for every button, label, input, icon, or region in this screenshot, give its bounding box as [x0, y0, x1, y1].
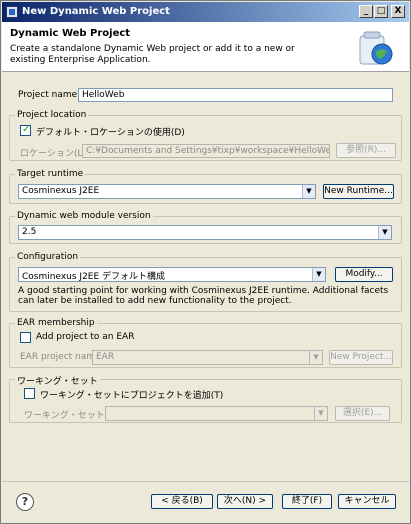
title-bar[interactable]: New Dynamic Web Project _ □ X: [2, 2, 409, 22]
target-runtime-group: Target runtime Cosminexus J2EE ▼ New Run…: [9, 169, 402, 204]
add-to-working-set-checkbox[interactable]: [24, 388, 35, 399]
maximize-button[interactable]: □: [374, 5, 388, 18]
web-project-banner-icon: [359, 31, 393, 65]
help-icon[interactable]: ?: [16, 493, 34, 511]
module-version-select[interactable]: 2.5 ▼: [18, 225, 392, 240]
select-working-set-button[interactable]: 選択(E)...: [335, 406, 390, 421]
minimize-button[interactable]: _: [359, 5, 373, 18]
working-set-group-title: ワーキング・セット: [15, 374, 100, 387]
location-label: ロケーション(L):: [20, 149, 89, 159]
chevron-down-icon: ▼: [309, 351, 322, 364]
wizard-content: Project name: HelloWeb Project location …: [2, 73, 409, 481]
ear-project-name-value: EAR: [96, 352, 115, 362]
project-location-group: Project location デフォルト・ロケーションの使用(D) ロケーシ…: [9, 110, 402, 161]
cancel-button[interactable]: キャンセル: [338, 494, 396, 509]
configuration-group: Configuration Cosminexus J2EE デフォルト構成 ▼ …: [9, 252, 402, 312]
project-name-label: Project name:: [18, 90, 81, 100]
new-runtime-button[interactable]: New Runtime...: [323, 184, 394, 199]
project-location-group-title: Project location: [15, 110, 89, 120]
module-version-group: Dynamic web module version 2.5 ▼: [9, 211, 402, 244]
add-to-working-set-label: ワーキング・セットにプロジェクトを追加(T): [40, 391, 224, 401]
target-runtime-value: Cosminexus J2EE: [22, 186, 100, 196]
new-ear-project-button[interactable]: New Project...: [329, 350, 393, 365]
chevron-down-icon: ▼: [312, 268, 325, 281]
configuration-group-title: Configuration: [15, 252, 81, 262]
add-to-ear-label: Add project to an EAR: [36, 332, 135, 342]
wizard-footer: ? < 戻る(B) 次へ(N) > 終了(F) キャンセル: [2, 481, 409, 523]
chevron-down-icon: ▼: [378, 226, 391, 239]
page-title: Dynamic Web Project: [10, 28, 131, 39]
project-name-input[interactable]: HelloWeb: [78, 88, 393, 102]
chevron-down-icon: ▼: [314, 407, 327, 420]
use-default-location-label: デフォルト・ロケーションの使用(D): [36, 128, 185, 138]
module-version-value: 2.5: [22, 227, 37, 237]
finish-button[interactable]: 終了(F): [282, 494, 332, 509]
ear-membership-group-title: EAR membership: [15, 318, 97, 328]
app-icon: [6, 6, 18, 18]
working-set-group: ワーキング・セット ワーキング・セットにプロジェクトを追加(T) ワーキング・セ…: [9, 374, 402, 423]
use-default-location-checkbox[interactable]: [20, 124, 31, 136]
page-description: Create a standalone Dynamic Web project …: [10, 44, 295, 65]
wizard-header: Dynamic Web Project Create a standalone …: [2, 22, 409, 72]
ear-project-name-select[interactable]: EAR ▼: [92, 350, 323, 365]
add-to-ear-checkbox[interactable]: [20, 332, 31, 343]
ear-membership-group: EAR membership Add project to an EAR EAR…: [9, 318, 402, 368]
working-sets-select[interactable]: ▼: [105, 406, 328, 421]
browse-button[interactable]: 参照(R)...: [336, 143, 396, 158]
modify-button[interactable]: Modify...: [335, 267, 393, 282]
target-runtime-group-title: Target runtime: [15, 169, 86, 179]
module-version-group-title: Dynamic web module version: [15, 211, 153, 221]
configuration-value: Cosminexus J2EE デフォルト構成: [22, 272, 166, 282]
target-runtime-select[interactable]: Cosminexus J2EE ▼: [18, 184, 316, 199]
location-input[interactable]: C:¥Documents and Settings¥tixp¥workspace…: [82, 144, 330, 158]
window-title: New Dynamic Web Project: [22, 6, 170, 17]
next-button[interactable]: 次へ(N) >: [217, 494, 273, 509]
chevron-down-icon: ▼: [302, 185, 315, 198]
configuration-select[interactable]: Cosminexus J2EE デフォルト構成 ▼: [18, 267, 326, 282]
configuration-description: A good starting point for working with C…: [18, 286, 389, 306]
dialog-window: New Dynamic Web Project _ □ X Dynamic We…: [0, 0, 411, 524]
close-button[interactable]: X: [391, 5, 405, 18]
back-button[interactable]: < 戻る(B): [151, 494, 213, 509]
